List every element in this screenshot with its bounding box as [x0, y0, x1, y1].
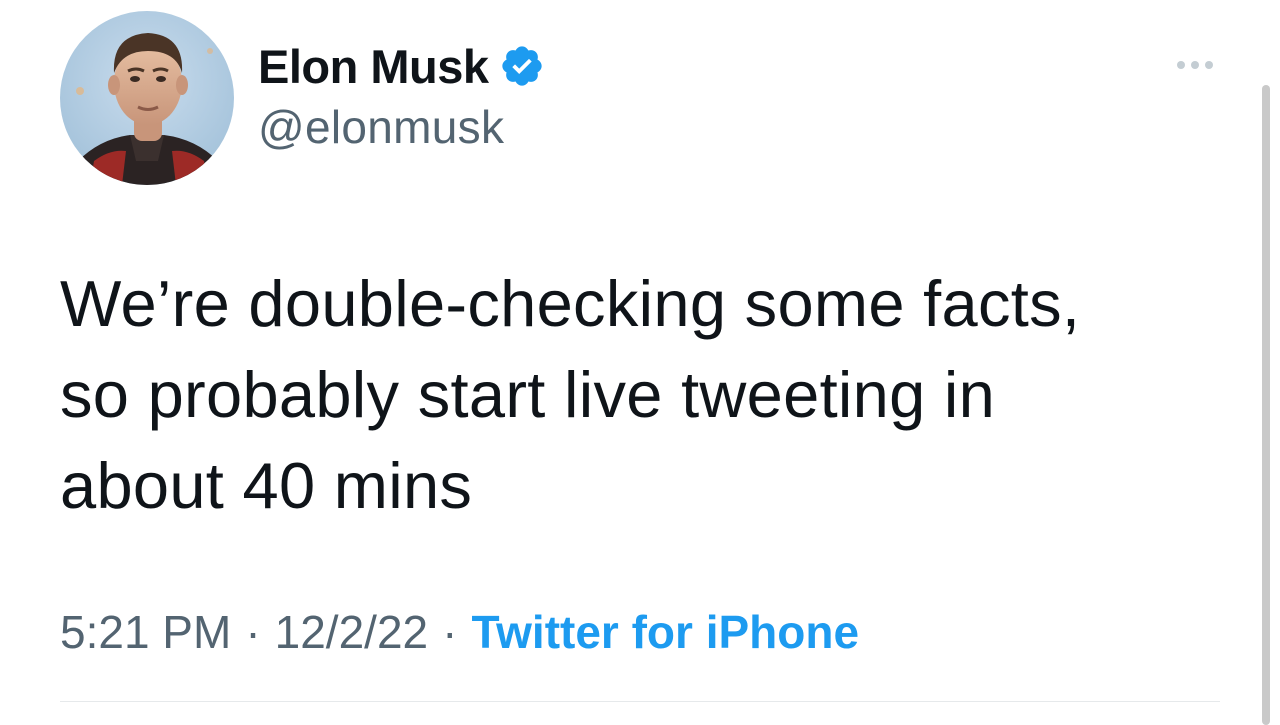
tweet-text: We’re double-checking some facts, so pro… — [60, 267, 1081, 522]
avatar-image — [60, 11, 234, 185]
more-options-icon[interactable] — [1170, 50, 1220, 80]
more-dot — [1191, 61, 1199, 69]
more-dot — [1177, 61, 1185, 69]
verified-badge-icon — [499, 43, 545, 89]
tweet-time[interactable]: 5:21 PM — [60, 605, 231, 659]
author-handle[interactable]: @elonmusk — [258, 100, 504, 154]
more-dot — [1205, 61, 1213, 69]
meta-separator: · — [442, 606, 458, 658]
divider — [60, 701, 1220, 702]
scrollbar[interactable] — [1262, 85, 1270, 725]
meta-separator: · — [245, 606, 261, 658]
avatar[interactable] — [60, 11, 234, 185]
tweet-date[interactable]: 12/2/22 — [275, 605, 428, 659]
display-name[interactable]: Elon Musk — [258, 39, 489, 94]
author-name-row[interactable]: Elon Musk — [258, 38, 545, 94]
tweet-source-link[interactable]: Twitter for iPhone — [471, 605, 859, 659]
tweet-metadata: 5:21 PM · 12/2/22 · Twitter for iPhone — [60, 602, 859, 662]
tweet-card: Elon Musk @elonmusk We’re double-checkin… — [0, 0, 1280, 725]
